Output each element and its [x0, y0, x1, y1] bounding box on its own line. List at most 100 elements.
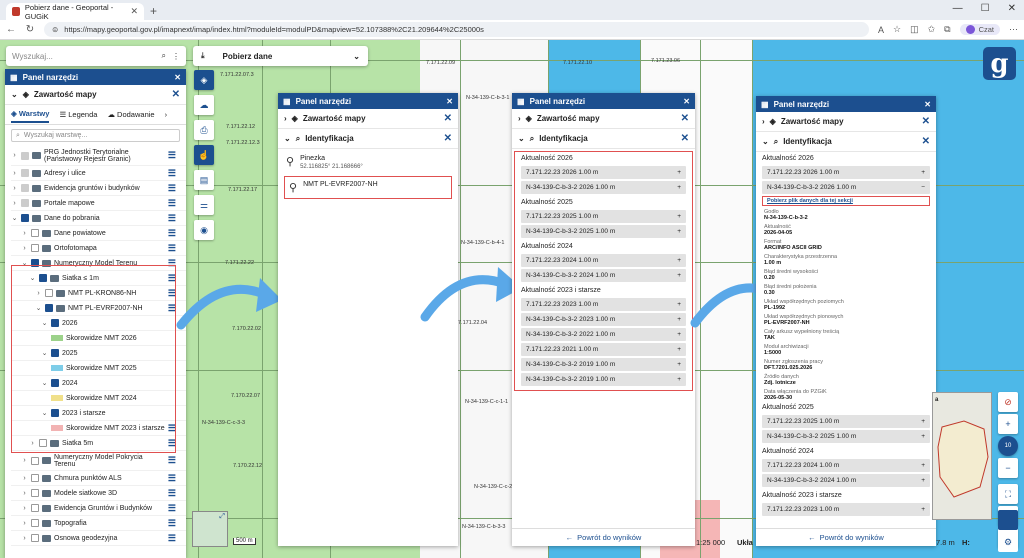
read-aloud-icon[interactable]: A — [878, 25, 884, 35]
checkbox[interactable] — [21, 169, 29, 177]
chevron-right-icon[interactable]: › — [11, 170, 18, 177]
close-icon[interactable]: ✕ — [172, 89, 180, 100]
checkbox[interactable] — [31, 489, 39, 497]
layer-item[interactable]: ⌄ Siatka ≤ 1m ☰ — [11, 271, 186, 286]
menu-icon[interactable]: ☰ — [168, 518, 176, 529]
layer-item[interactable]: ⌄ Numeryczny Model Terenu ☰ — [11, 256, 186, 271]
close-icon[interactable]: ✕ — [444, 113, 452, 124]
tab-legenda[interactable]: ☰ Legenda — [59, 110, 97, 119]
menu-icon[interactable]: ☰ — [168, 168, 176, 179]
plus-icon[interactable]: + — [677, 228, 681, 235]
plus-icon[interactable]: + — [921, 418, 925, 425]
url-field[interactable]: ⊜ https://mapy.geoportal.gov.pl/imapnext… — [44, 22, 869, 37]
layers-icon[interactable]: ◈ — [194, 70, 214, 90]
chevron-right-icon[interactable]: › — [35, 290, 42, 297]
chevron-down-icon[interactable]: ⌄ — [41, 349, 48, 357]
split-icon[interactable]: ◫ — [910, 24, 919, 35]
section-identyfikacja[interactable]: ⌄ ⌕ Identyfikacja ✕ — [756, 132, 936, 152]
chevron-right-icon[interactable]: › — [21, 245, 28, 252]
close-icon[interactable]: ✕ — [681, 113, 689, 124]
checkbox[interactable] — [51, 349, 59, 357]
result-row[interactable]: 7.171.22.23 2026 1.00 m + — [521, 166, 686, 179]
checkbox[interactable] — [31, 456, 39, 465]
chevron-right-icon[interactable]: › — [11, 200, 18, 207]
layer-item[interactable]: ⌄ Dane do pobrania ☰ — [11, 211, 186, 226]
checkbox[interactable] — [39, 439, 47, 447]
geoportal-logo[interactable]: g — [983, 47, 1016, 80]
close-icon[interactable]: ✕ — [174, 73, 181, 82]
plus-icon[interactable]: + — [677, 272, 681, 279]
section-identyfikacja[interactable]: ⌄ ⌕ Identyfikacja ✕ — [278, 129, 458, 149]
tab-close-icon[interactable]: ✕ — [130, 6, 138, 17]
plus-icon[interactable]: + — [677, 184, 681, 191]
menu-icon[interactable]: ☰ — [168, 258, 176, 269]
close-icon[interactable]: ✕ — [681, 133, 689, 144]
chevron-right-icon[interactable]: › — [21, 505, 28, 512]
chevron-down-icon[interactable]: ⌄ — [41, 319, 48, 327]
layer-item[interactable]: › Ortofotomapa ☰ — [11, 241, 186, 256]
chevron-right-icon[interactable]: › — [21, 535, 28, 542]
menu-icon[interactable]: ☰ — [168, 243, 176, 254]
menu-icon[interactable]: ☰ — [168, 455, 176, 466]
plus-icon[interactable]: + — [921, 506, 925, 513]
plus-icon[interactable]: + — [677, 213, 681, 220]
close-icon[interactable]: ✕ — [922, 136, 930, 147]
menu-icon[interactable]: ☰ — [168, 288, 176, 299]
menu-icon[interactable]: ☰ — [168, 503, 176, 514]
chevron-down-icon[interactable]: ⌄ — [41, 379, 48, 387]
minimize-icon[interactable]: — — [953, 3, 963, 14]
identify-hand-icon[interactable]: ☝ — [194, 145, 214, 165]
result-row[interactable]: N-34-139-C-b-3-2 2026 1.00 m + — [521, 181, 686, 194]
measure-icon[interactable]: ⚌ — [194, 195, 214, 215]
checkbox[interactable] — [45, 304, 53, 312]
nmt-result[interactable]: ⚲ NMT PL-EVRF2007-NH — [284, 176, 452, 199]
layer-item[interactable]: › Osnowa geodezyjna ☰ — [11, 531, 186, 546]
chevron-right-icon[interactable]: › — [29, 440, 36, 447]
checkbox[interactable] — [31, 474, 39, 482]
plus-icon[interactable]: + — [677, 316, 681, 323]
result-row[interactable]: 7.171.22.23 2026 1.00 m + — [762, 166, 930, 179]
section-zawartosc[interactable]: › ◈ Zawartość mapy ✕ — [512, 109, 695, 129]
plus-icon[interactable]: + — [677, 301, 681, 308]
site-info-icon[interactable]: ⊜ — [52, 25, 58, 34]
result-row[interactable]: N-34-139-C-b-3-2 2024 1.00 m + — [762, 474, 930, 487]
layer-item[interactable]: ⌄ NMT PL-EVRF2007-NH ☰ — [11, 301, 186, 316]
close-icon[interactable]: ✕ — [922, 116, 930, 127]
result-row[interactable]: N-34-139-C-b-3-2 2024 1.00 m + — [521, 269, 686, 282]
menu-icon[interactable]: ☰ — [168, 183, 176, 194]
plus-icon[interactable]: + — [921, 477, 925, 484]
result-row[interactable]: 7.171.22.23 2024 1.00 m + — [521, 254, 686, 267]
chevron-right-icon[interactable]: › — [21, 520, 28, 527]
result-row[interactable]: N-34-139-C-b-3-2 2025 1.00 m + — [521, 225, 686, 238]
plus-icon[interactable]: + — [677, 361, 681, 368]
menu-icon[interactable]: ☰ — [168, 423, 176, 434]
chevron-right-icon[interactable]: › — [21, 457, 28, 464]
chevron-right-icon[interactable]: › — [165, 110, 168, 119]
result-row-expanded[interactable]: N-34-139-C-b-3-2 2026 1.00 m − — [762, 181, 930, 194]
search-icon[interactable]: ⌕ — [162, 51, 166, 61]
pin-result[interactable]: ⚲ Pinezka 52.116825° 21.168666° — [278, 149, 458, 176]
chevron-down-icon[interactable]: ⌄ — [21, 259, 28, 267]
checkbox[interactable] — [31, 519, 39, 527]
checkbox[interactable] — [51, 319, 59, 327]
menu-icon[interactable]: ☰ — [168, 303, 176, 314]
layer-item[interactable]: › Dane powiatowe ☰ — [11, 226, 186, 241]
checkbox[interactable] — [21, 214, 29, 222]
minus-icon[interactable]: − — [921, 184, 925, 191]
checkbox[interactable] — [45, 289, 53, 297]
chevron-down-icon[interactable]: ⌄ — [29, 274, 36, 282]
checkbox[interactable] — [31, 534, 39, 542]
menu-icon[interactable]: ☰ — [168, 273, 176, 284]
menu-icon[interactable]: ☰ — [168, 228, 176, 239]
basemap-switch[interactable]: ⤢ — [192, 511, 228, 547]
plus-icon[interactable]: + — [677, 376, 681, 383]
chevron-right-icon[interactable]: › — [11, 152, 18, 159]
search-bar[interactable]: Wyszukaj... ⌕ ⋮ — [6, 46, 186, 66]
checkbox[interactable] — [21, 199, 29, 207]
zoom-in-icon[interactable]: + — [998, 414, 1018, 434]
more-icon[interactable]: ⋯ — [1009, 24, 1018, 35]
result-row[interactable]: 7.171.22.23 2025 1.00 m + — [521, 210, 686, 223]
menu-icon[interactable]: ☰ — [168, 473, 176, 484]
checkbox[interactable] — [31, 229, 39, 237]
result-row[interactable]: N-34-139-C-b-3-2 2023 1.00 m + — [521, 313, 686, 326]
